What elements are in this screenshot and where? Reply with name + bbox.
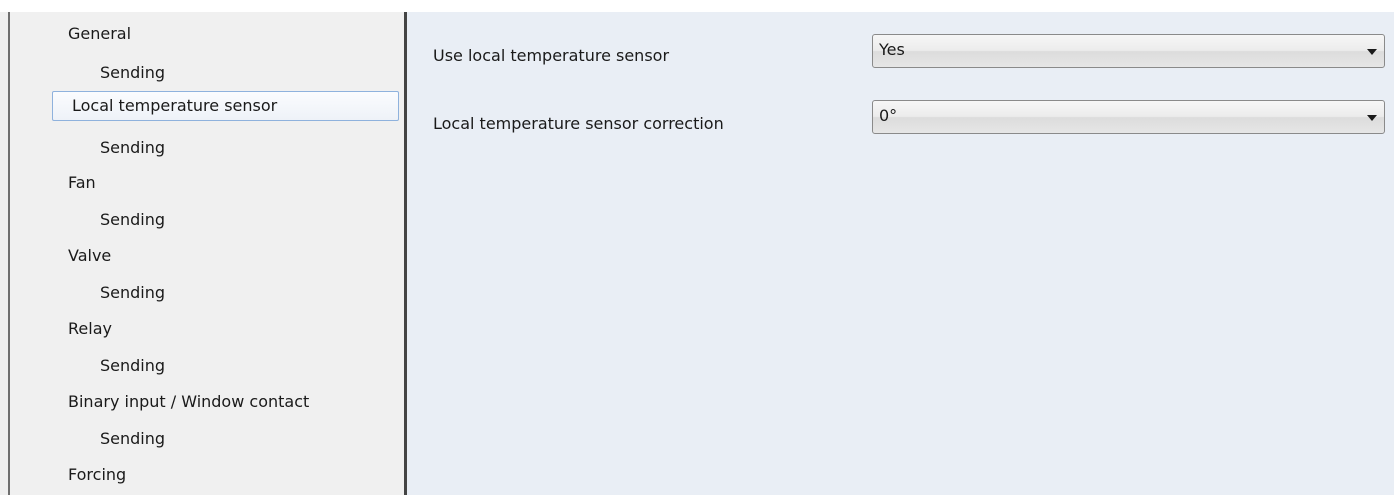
parameter-tree-panel: General Sending Local temperature sensor… [0,12,401,495]
tree-item-binary-input-sending[interactable]: Sending [52,424,165,454]
tree-item-general-sending[interactable]: Sending [52,58,165,88]
local-temperature-sensor-correction-value: 0° [879,106,898,125]
tree-item-binary-input-window-contact[interactable]: Binary input / Window contact [52,387,309,417]
tree-item-valve-sending[interactable]: Sending [52,278,165,308]
local-temperature-sensor-correction-dropdown[interactable]: 0° [872,100,1385,134]
use-local-temperature-sensor-label: Use local temperature sensor [433,46,670,65]
chevron-down-icon [1367,49,1377,55]
application-window: General Sending Local temperature sensor… [0,12,1394,495]
use-local-temperature-sensor-value: Yes [879,40,905,59]
parameter-settings-panel: Use local temperature sensor Yes Local t… [408,12,1394,495]
tree-item-valve[interactable]: Valve [52,241,111,271]
tree-item-relay-sending[interactable]: Sending [52,351,165,381]
use-local-temperature-sensor-dropdown[interactable]: Yes [872,34,1385,68]
left-border [8,12,10,495]
tree-item-local-temperature-sensor-sending[interactable]: Sending [52,133,165,163]
tree-item-fan-sending[interactable]: Sending [52,205,165,235]
pane-splitter-line[interactable] [404,12,407,495]
local-temperature-sensor-correction-label: Local temperature sensor correction [433,114,724,133]
chevron-down-icon [1367,115,1377,121]
tree-item-relay[interactable]: Relay [52,314,112,344]
tree-item-general[interactable]: General [52,19,131,49]
tree-item-forcing[interactable]: Forcing [52,460,126,490]
tree-item-local-temperature-sensor[interactable]: Local temperature sensor [52,91,399,121]
tree-item-fan[interactable]: Fan [52,168,96,198]
